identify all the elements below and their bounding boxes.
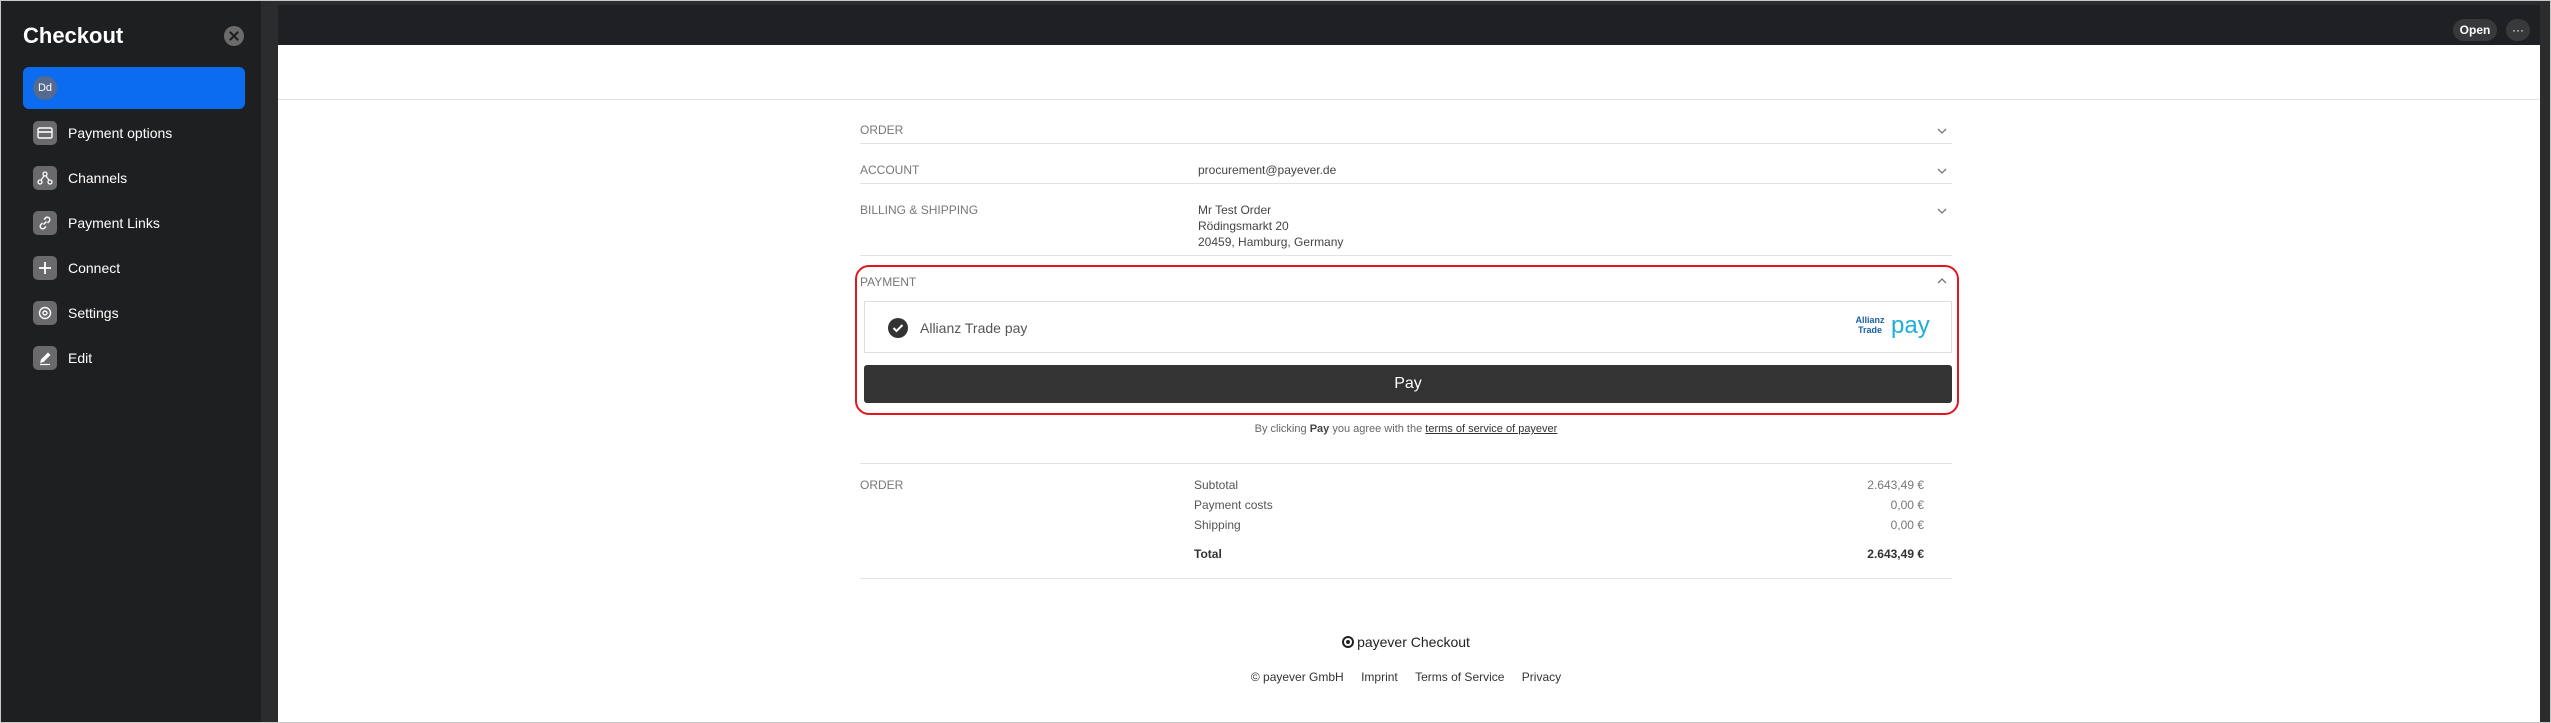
billing-section-label: BILLING & SHIPPING bbox=[860, 203, 979, 217]
avatar: Dd bbox=[33, 76, 57, 100]
summary-row-shipping: Shipping 0,00 € bbox=[1194, 518, 1924, 532]
gear-icon bbox=[33, 301, 57, 325]
billing-street: Rödingsmarkt 20 bbox=[1198, 219, 1289, 233]
summary-label: ORDER bbox=[860, 478, 904, 492]
plus-icon bbox=[33, 256, 57, 280]
sidebar-item-profile[interactable]: Dd bbox=[23, 67, 245, 109]
footer-link-imprint[interactable]: Imprint bbox=[1361, 670, 1398, 684]
pencil-icon bbox=[33, 346, 57, 370]
sidebar-item-settings[interactable]: Settings bbox=[23, 292, 245, 334]
sidebar-item-payment-options[interactable]: Payment options bbox=[23, 112, 245, 154]
terms-notice: By clicking Pay you agree with the terms… bbox=[1254, 423, 1558, 435]
summary-row-payment-costs: Payment costs 0,00 € bbox=[1194, 498, 1924, 512]
sidebar-item-edit[interactable]: Edit bbox=[23, 337, 245, 379]
payever-logo-icon bbox=[1342, 636, 1355, 648]
open-button[interactable]: Open bbox=[2453, 19, 2497, 41]
chevron-down-icon[interactable] bbox=[1936, 205, 1948, 217]
payment-method-label: Allianz Trade pay bbox=[920, 320, 1028, 336]
sidebar-item-connect[interactable]: Connect bbox=[23, 247, 245, 289]
link-icon bbox=[33, 211, 57, 235]
account-email: procurement@payever.de bbox=[1198, 163, 1337, 177]
payment-method-option[interactable]: Allianz Trade pay Allianz Trade pay bbox=[864, 301, 1952, 353]
sidebar-item-label: Payment Links bbox=[68, 215, 160, 231]
sidebar-item-payment-links[interactable]: Payment Links bbox=[23, 202, 245, 244]
footer-links: © payever GmbH Imprint Terms of Service … bbox=[860, 670, 1952, 684]
sidebar-item-label: Payment options bbox=[68, 125, 173, 141]
channels-icon bbox=[33, 166, 57, 190]
chevron-up-icon[interactable] bbox=[1936, 275, 1948, 287]
more-options-button[interactable]: ··· bbox=[2506, 19, 2530, 41]
main-area: Open ··· ORDER ACCOUNT procurement@payev… bbox=[261, 1, 2549, 722]
billing-address: Mr Test Order Rödingsmarkt 20 20459, Ham… bbox=[1198, 202, 1343, 250]
billing-city: 20459, Hamburg, Germany bbox=[1198, 235, 1344, 249]
card-icon bbox=[33, 121, 57, 145]
summary-row-subtotal: Subtotal 2.643,49 € bbox=[1194, 478, 1924, 492]
pay-button[interactable]: Pay bbox=[864, 365, 1952, 403]
sidebar-item-channels[interactable]: Channels bbox=[23, 157, 245, 199]
chevron-down-icon[interactable] bbox=[1936, 165, 1948, 177]
sidebar: Checkout Dd Payment options Channels Pay… bbox=[1, 1, 261, 722]
chevron-down-icon[interactable] bbox=[1936, 125, 1948, 137]
order-section[interactable]: ORDER bbox=[860, 113, 1952, 144]
sidebar-item-label: Edit bbox=[68, 350, 93, 366]
sidebar-item-label: Channels bbox=[68, 170, 128, 186]
checkout-preview: ORDER ACCOUNT procurement@payever.de BIL… bbox=[278, 45, 2540, 722]
order-section-label: ORDER bbox=[860, 123, 904, 137]
footer-link-terms[interactable]: Terms of Service bbox=[1415, 670, 1504, 684]
check-icon bbox=[888, 318, 908, 338]
sidebar-title: Checkout bbox=[23, 23, 124, 48]
summary-row-total: Total 2.643,49 € bbox=[1194, 547, 1924, 561]
payever-checkout-logo: payever Checkout bbox=[860, 634, 1952, 650]
preview-toolbar: Open ··· bbox=[278, 5, 2540, 45]
order-summary: ORDER Subtotal 2.643,49 € Payment costs … bbox=[860, 463, 1952, 579]
footer-link-privacy[interactable]: Privacy bbox=[1522, 670, 1561, 684]
close-icon[interactable] bbox=[224, 26, 244, 46]
sidebar-item-label: Connect bbox=[68, 260, 121, 276]
footer-copyright: © payever GmbH bbox=[1250, 670, 1344, 684]
account-section-label: ACCOUNT bbox=[860, 163, 920, 177]
account-section[interactable]: ACCOUNT procurement@payever.de bbox=[860, 153, 1952, 184]
billing-name: Mr Test Order bbox=[1198, 203, 1272, 217]
billing-section[interactable]: BILLING & SHIPPING Mr Test Order Rödings… bbox=[860, 193, 1952, 256]
payment-section-label: PAYMENT bbox=[860, 275, 917, 289]
checkout-header bbox=[278, 45, 2540, 100]
allianz-trade-pay-logo: Allianz Trade pay bbox=[1855, 312, 1930, 339]
terms-link[interactable]: terms of service of payever bbox=[1425, 423, 1557, 435]
sidebar-item-label: Settings bbox=[68, 305, 119, 321]
